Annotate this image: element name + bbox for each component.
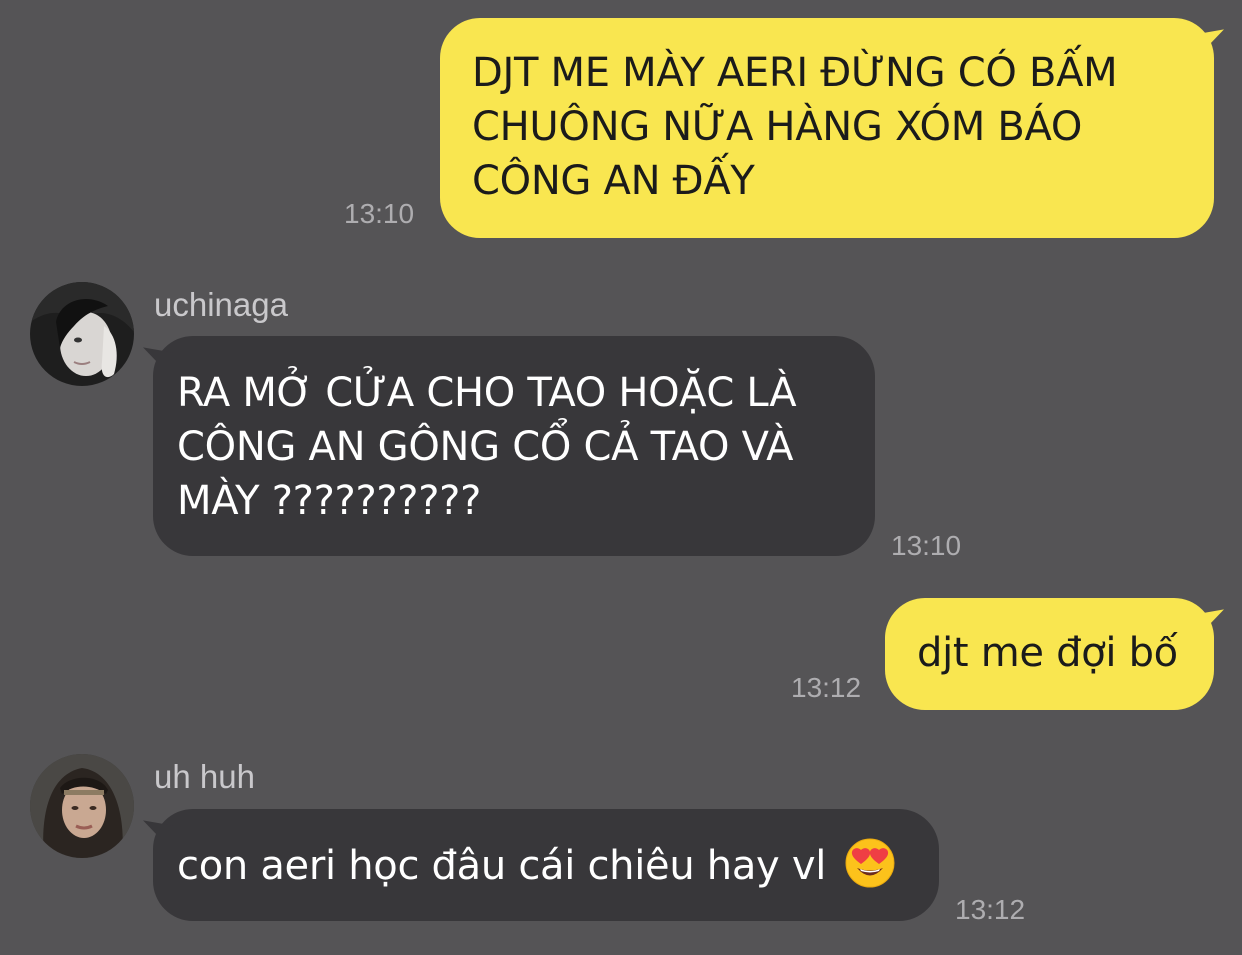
message-text: DJT ME MÀY AERI ĐỪNG CÓ BẤM CHUÔNG NỮA H… xyxy=(472,50,1118,204)
message-bubble-outgoing[interactable]: DJT ME MÀY AERI ĐỪNG CÓ BẤM CHUÔNG NỮA H… xyxy=(440,18,1214,238)
chat-thread[interactable]: DJT ME MÀY AERI ĐỪNG CÓ BẤM CHUÔNG NỮA H… xyxy=(0,0,1242,955)
message-timestamp: 13:10 xyxy=(891,530,962,561)
message-timestamp: 13:12 xyxy=(955,894,1026,925)
message-bubble-incoming[interactable]: con aeri học đâu cái chiêu hay vl xyxy=(153,809,939,921)
message-bubble-incoming[interactable]: RA MỞ CỬA CHO TAO HOẶC LÀ CÔNG AN GÔNG C… xyxy=(153,336,875,556)
heart-eyes-emoji-icon xyxy=(845,838,895,888)
sender-avatar[interactable] xyxy=(30,754,134,858)
message-timestamp: 13:10 xyxy=(344,198,415,229)
message-bubble-outgoing[interactable]: djt me đợi bố xyxy=(885,598,1214,710)
sender-name: uh huh xyxy=(154,758,255,795)
message-text: con aeri học đâu cái chiêu hay vl xyxy=(177,843,827,889)
profile-photo-avatar xyxy=(30,754,134,858)
profile-photo-avatar xyxy=(30,282,134,386)
message-text: RA MỞ CỬA CHO TAO HOẶC LÀ CÔNG AN GÔNG C… xyxy=(177,370,797,524)
message-text: djt me đợi bố xyxy=(917,630,1178,676)
message-timestamp: 13:12 xyxy=(791,672,862,703)
sender-name: uchinaga xyxy=(154,286,288,323)
sender-avatar[interactable] xyxy=(30,282,134,386)
